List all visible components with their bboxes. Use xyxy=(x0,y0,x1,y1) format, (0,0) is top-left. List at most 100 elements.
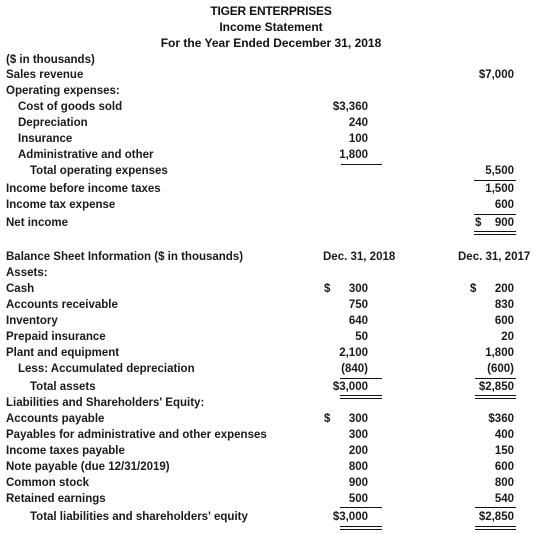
asset-row: Inventory 640 600 xyxy=(0,313,542,329)
liability-value-2017: 150 xyxy=(494,445,514,457)
subtotal-underline xyxy=(475,507,516,508)
currency-symbol: $ xyxy=(470,283,477,295)
total-double-underline xyxy=(340,526,382,530)
asset-row: Cash $300 $200 xyxy=(0,281,542,297)
asset-value-2017: 20 xyxy=(501,331,514,343)
operating-expenses-heading-row: Operating expenses: xyxy=(0,83,542,99)
total-liabilities-equity-2018: $3,000 xyxy=(332,511,368,523)
liability-value-2018: $300 xyxy=(324,411,368,427)
sales-revenue-row: Sales revenue $7,000 xyxy=(0,67,542,83)
asset-row: Accounts receivable 750 830 xyxy=(0,297,542,313)
expense-row: Cost of goods sold $3,360 xyxy=(0,99,542,115)
liability-row: Payables for administrative and other ex… xyxy=(0,427,542,443)
liability-label: Retained earnings xyxy=(6,493,106,505)
expense-value: 1,800 xyxy=(339,149,368,161)
asset-value-2018: 2,100 xyxy=(339,347,368,359)
liability-value-2017: 800 xyxy=(494,477,514,489)
asset-value-2018: 750 xyxy=(348,299,368,311)
net-income-row: Net income $ 900 xyxy=(0,215,542,231)
expense-label: Cost of goods sold xyxy=(18,101,123,113)
net-income-label: Net income xyxy=(6,217,68,229)
asset-label: Less: Accumulated depreciation xyxy=(18,363,195,375)
expense-row: Administrative and other 1,800 xyxy=(0,147,542,163)
liability-row: Accounts payable $300 $360 xyxy=(0,411,542,427)
income-tax-expense-value: 600 xyxy=(494,199,514,211)
asset-value-2017: $200 xyxy=(470,281,514,297)
sales-revenue-value: $7,000 xyxy=(478,69,514,81)
liability-value-2017: $360 xyxy=(488,413,514,425)
total-liabilities-equity-2017: $2,850 xyxy=(478,511,514,523)
column-header-2017: Dec. 31, 2017 xyxy=(458,251,531,263)
statement-title: Income Statement xyxy=(219,20,323,34)
income-tax-expense-label: Income tax expense xyxy=(6,199,116,211)
amount: 200 xyxy=(494,283,514,295)
liability-row: Retained earnings 500 540 xyxy=(0,491,542,507)
total-liabilities-equity-row: Total liabilities and shareholders' equi… xyxy=(0,509,542,525)
expense-label: Depreciation xyxy=(18,117,88,129)
asset-label: Accounts receivable xyxy=(6,299,118,311)
balance-sheet-header-row: Balance Sheet Information ($ in thousand… xyxy=(0,249,542,265)
total-assets-label: Total assets xyxy=(30,381,96,393)
units-note-row: ($ in thousands) xyxy=(0,52,542,68)
total-double-underline xyxy=(475,526,516,530)
income-before-taxes-row: Income before income taxes 1,500 xyxy=(0,181,542,197)
asset-value-2017: (600) xyxy=(487,363,514,375)
liability-label: Accounts payable xyxy=(6,413,105,425)
liability-value-2018: 200 xyxy=(348,445,368,457)
asset-label: Plant and equipment xyxy=(6,347,120,359)
liability-label: Note payable (due 12/31/2019) xyxy=(6,461,170,473)
total-liabilities-equity-label: Total liabilities and shareholders' equi… xyxy=(30,511,248,523)
asset-row: Prepaid insurance 50 20 xyxy=(0,329,542,345)
liability-row: Common stock 900 800 xyxy=(0,475,542,491)
total-double-underline xyxy=(474,231,516,235)
expense-label: Administrative and other xyxy=(18,149,154,161)
total-assets-row: Total assets $3,000 $2,850 xyxy=(0,379,542,395)
total-assets-2017: $2,850 xyxy=(478,381,514,393)
liability-value-2018: 300 xyxy=(348,429,368,441)
expense-row: Depreciation 240 xyxy=(0,115,542,131)
net-income-value: 900 xyxy=(494,217,514,229)
statement-period: For the Year Ended December 31, 2018 xyxy=(160,36,382,50)
total-operating-expenses-label: Total operating expenses xyxy=(30,165,168,177)
amount: 300 xyxy=(348,413,368,425)
liability-value-2018: 500 xyxy=(348,493,368,505)
expense-label: Insurance xyxy=(18,133,73,145)
liability-value-2017: 400 xyxy=(494,429,514,441)
column-header-2018: Dec. 31, 2018 xyxy=(323,251,396,263)
assets-heading: Assets: xyxy=(6,267,48,279)
liability-value-2017: 600 xyxy=(494,461,514,473)
liability-row: Income taxes payable 200 150 xyxy=(0,443,542,459)
asset-value-2017: 1,800 xyxy=(485,347,514,359)
asset-value-2017: 830 xyxy=(494,299,514,311)
expense-value: 100 xyxy=(348,133,368,145)
income-before-taxes-label: Income before income taxes xyxy=(6,183,161,195)
asset-value-2017: 600 xyxy=(494,315,514,327)
operating-expenses-heading: Operating expenses: xyxy=(6,85,120,97)
subtotal-underline xyxy=(340,507,382,508)
liability-value-2018: 800 xyxy=(348,461,368,473)
liability-label: Common stock xyxy=(6,477,90,489)
liability-value-2018: 900 xyxy=(348,477,368,489)
expense-row: Insurance 100 xyxy=(0,131,542,147)
balance-sheet-title: Balance Sheet Information ($ in thousand… xyxy=(6,251,244,263)
asset-label: Cash xyxy=(6,283,35,295)
total-operating-expenses-row: Total operating expenses 5,500 xyxy=(0,163,542,179)
units-note: ($ in thousands) xyxy=(6,54,95,66)
asset-label: Prepaid insurance xyxy=(6,331,106,343)
company-name: TIGER ENTERPRISES xyxy=(210,4,332,18)
asset-row: Less: Accumulated depreciation (840) (60… xyxy=(0,361,542,377)
liability-value-2017: 540 xyxy=(494,493,514,505)
liabilities-heading-row: Liabilities and Shareholders' Equity: xyxy=(0,395,542,411)
asset-value-2018: $300 xyxy=(324,281,368,297)
total-assets-2018: $3,000 xyxy=(332,381,368,393)
total-operating-expenses-value: 5,500 xyxy=(485,165,514,177)
asset-label: Inventory xyxy=(6,315,58,327)
amount: 300 xyxy=(348,283,368,295)
liability-label: Income taxes payable xyxy=(6,445,125,457)
currency-symbol: $ xyxy=(324,283,331,295)
asset-value-2018: (840) xyxy=(341,363,368,375)
expense-value: $3,360 xyxy=(332,101,368,113)
asset-value-2018: 50 xyxy=(355,331,368,343)
income-tax-expense-row: Income tax expense 600 xyxy=(0,197,542,213)
asset-row: Plant and equipment 2,100 1,800 xyxy=(0,345,542,361)
